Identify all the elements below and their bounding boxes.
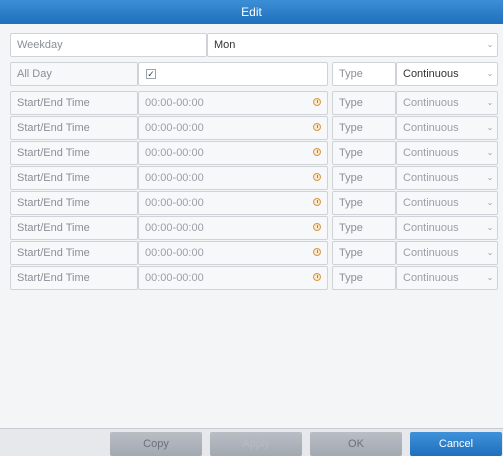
start-end-time-label: Start/End Time bbox=[10, 216, 138, 240]
type-select[interactable]: Continuous ⌄ bbox=[396, 241, 498, 265]
chevron-down-icon: ⌄ bbox=[486, 173, 494, 182]
time-range-field[interactable]: 00:00-00:00 bbox=[138, 216, 328, 240]
weekday-value: Mon bbox=[214, 39, 236, 51]
time-row: Start/End Time 00:00-00:00 Type Continuous ⌄ bbox=[10, 141, 498, 165]
time-range-field[interactable]: 00:00-00:00 bbox=[138, 116, 328, 140]
type-label: Type bbox=[332, 166, 396, 190]
all-day-cell: ✓ bbox=[138, 62, 328, 86]
time-range-value: 00:00-00:00 bbox=[145, 147, 204, 159]
clock-icon[interactable] bbox=[313, 248, 321, 256]
type-select[interactable]: Continuous ⌄ bbox=[396, 62, 498, 86]
time-range-value: 00:00-00:00 bbox=[145, 97, 204, 109]
time-row: Start/End Time 00:00-00:00 Type Continuous ⌄ bbox=[10, 91, 498, 115]
cancel-button[interactable]: Cancel bbox=[410, 432, 502, 456]
all-day-row: All Day ✓ Type Continuous ⌄ bbox=[10, 62, 498, 86]
chevron-down-icon: ⌄ bbox=[486, 223, 494, 232]
type-select[interactable]: Continuous ⌄ bbox=[396, 166, 498, 190]
type-select[interactable]: Continuous ⌄ bbox=[396, 91, 498, 115]
time-range-value: 00:00-00:00 bbox=[145, 197, 204, 209]
footer-bar: Copy Apply OK Cancel bbox=[0, 428, 503, 456]
weekday-select[interactable]: Mon ⌄ bbox=[207, 33, 498, 57]
type-label: Type bbox=[332, 91, 396, 115]
start-end-time-label: Start/End Time bbox=[10, 191, 138, 215]
chevron-down-icon: ⌄ bbox=[486, 248, 494, 257]
type-select[interactable]: Continuous ⌄ bbox=[396, 191, 498, 215]
type-value: Continuous bbox=[403, 247, 459, 259]
copy-button[interactable]: Copy bbox=[110, 432, 202, 456]
type-select[interactable]: Continuous ⌄ bbox=[396, 266, 498, 290]
type-label: Type bbox=[332, 216, 396, 240]
all-day-label: All Day bbox=[10, 62, 138, 86]
type-value: Continuous bbox=[403, 122, 459, 134]
time-range-value: 00:00-00:00 bbox=[145, 272, 204, 284]
type-value: Continuous bbox=[403, 97, 459, 109]
clock-icon[interactable] bbox=[313, 223, 321, 231]
time-range-field[interactable]: 00:00-00:00 bbox=[138, 166, 328, 190]
chevron-down-icon: ⌄ bbox=[486, 69, 494, 78]
start-end-time-label: Start/End Time bbox=[10, 166, 138, 190]
start-end-time-label: Start/End Time bbox=[10, 241, 138, 265]
start-end-time-label: Start/End Time bbox=[10, 141, 138, 165]
time-range-value: 00:00-00:00 bbox=[145, 247, 204, 259]
clock-icon[interactable] bbox=[313, 198, 321, 206]
edit-dialog: Edit Weekday Mon ⌄ All Day ✓ Type Contin… bbox=[0, 0, 503, 456]
time-range-field[interactable]: 00:00-00:00 bbox=[138, 191, 328, 215]
time-range-field[interactable]: 00:00-00:00 bbox=[138, 141, 328, 165]
clock-icon[interactable] bbox=[313, 123, 321, 131]
chevron-down-icon: ⌄ bbox=[486, 273, 494, 282]
type-value: Continuous bbox=[403, 172, 459, 184]
time-range-field[interactable]: 00:00-00:00 bbox=[138, 266, 328, 290]
apply-button[interactable]: Apply bbox=[210, 432, 302, 456]
type-value: Continuous bbox=[403, 222, 459, 234]
type-value: Continuous bbox=[403, 68, 459, 80]
clock-icon[interactable] bbox=[313, 173, 321, 181]
dialog-title: Edit bbox=[0, 0, 503, 24]
type-value: Continuous bbox=[403, 147, 459, 159]
time-range-field[interactable]: 00:00-00:00 bbox=[138, 241, 328, 265]
clock-icon[interactable] bbox=[313, 148, 321, 156]
type-select[interactable]: Continuous ⌄ bbox=[396, 141, 498, 165]
type-value: Continuous bbox=[403, 197, 459, 209]
time-row: Start/End Time 00:00-00:00 Type Continuous ⌄ bbox=[10, 166, 498, 190]
time-row: Start/End Time 00:00-00:00 Type Continuous ⌄ bbox=[10, 191, 498, 215]
type-label: Type bbox=[332, 241, 396, 265]
type-label: Type bbox=[332, 62, 396, 86]
type-label: Type bbox=[332, 191, 396, 215]
weekday-label: Weekday bbox=[10, 33, 207, 57]
all-day-checkbox[interactable]: ✓ bbox=[146, 69, 156, 79]
type-select[interactable]: Continuous ⌄ bbox=[396, 216, 498, 240]
time-row: Start/End Time 00:00-00:00 Type Continuous ⌄ bbox=[10, 116, 498, 140]
time-row: Start/End Time 00:00-00:00 Type Continuous ⌄ bbox=[10, 241, 498, 265]
time-row: Start/End Time 00:00-00:00 Type Continuous ⌄ bbox=[10, 266, 498, 290]
ok-button[interactable]: OK bbox=[310, 432, 402, 456]
start-end-time-label: Start/End Time bbox=[10, 116, 138, 140]
type-label: Type bbox=[332, 116, 396, 140]
time-row: Start/End Time 00:00-00:00 Type Continuous ⌄ bbox=[10, 216, 498, 240]
time-range-field[interactable]: 00:00-00:00 bbox=[138, 91, 328, 115]
chevron-down-icon: ⌄ bbox=[486, 40, 494, 49]
clock-icon[interactable] bbox=[313, 98, 321, 106]
type-select[interactable]: Continuous ⌄ bbox=[396, 116, 498, 140]
chevron-down-icon: ⌄ bbox=[486, 148, 494, 157]
chevron-down-icon: ⌄ bbox=[486, 198, 494, 207]
chevron-down-icon: ⌄ bbox=[486, 123, 494, 132]
time-range-value: 00:00-00:00 bbox=[145, 222, 204, 234]
type-label: Type bbox=[332, 141, 396, 165]
weekday-row: Weekday Mon ⌄ bbox=[10, 33, 498, 57]
type-value: Continuous bbox=[403, 272, 459, 284]
time-range-value: 00:00-00:00 bbox=[145, 172, 204, 184]
chevron-down-icon: ⌄ bbox=[486, 98, 494, 107]
start-end-time-label: Start/End Time bbox=[10, 266, 138, 290]
start-end-time-label: Start/End Time bbox=[10, 91, 138, 115]
time-range-value: 00:00-00:00 bbox=[145, 122, 204, 134]
clock-icon[interactable] bbox=[313, 273, 321, 281]
type-label: Type bbox=[332, 266, 396, 290]
